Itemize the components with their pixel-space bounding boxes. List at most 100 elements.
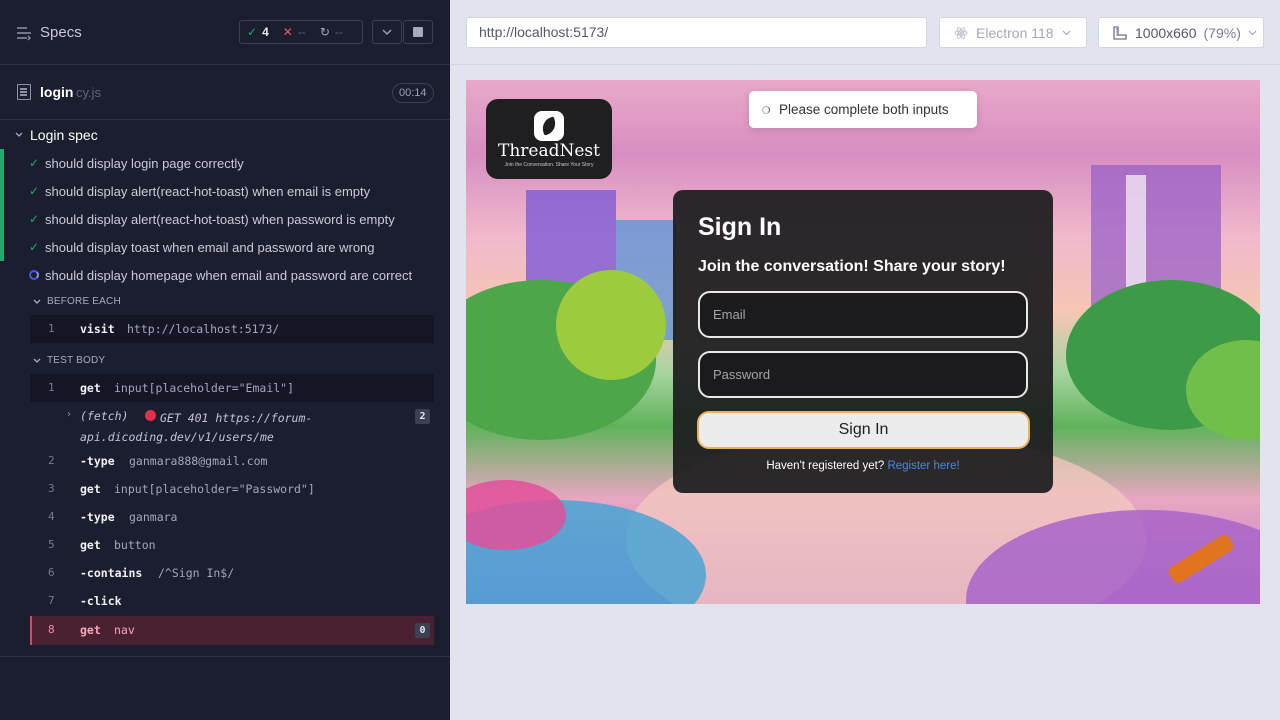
- command-arg: button: [114, 538, 156, 552]
- test-item[interactable]: ✓ should display alert(react-hot-toast) …: [0, 177, 450, 205]
- before-each-hook-title[interactable]: BEFORE EACH: [33, 296, 121, 307]
- specs-toggle-button[interactable]: Specs: [16, 24, 82, 41]
- spec-file-header: login cy.js 00:14: [0, 65, 450, 120]
- command-row[interactable]: 7 -click: [30, 587, 434, 615]
- command-number: 8: [48, 623, 55, 636]
- test-label: should display alert(react-hot-toast) wh…: [45, 183, 371, 199]
- loading-spinner-icon: [762, 105, 770, 114]
- pending-number: --: [334, 25, 343, 39]
- test-stats: ✓ 4 ✕ -- ↻ --: [239, 20, 363, 44]
- register-prompt-text: Haven't registered yet?: [766, 460, 885, 472]
- cross-icon: ✕: [282, 25, 293, 39]
- pass-indicator: [0, 233, 4, 261]
- password-input[interactable]: [698, 351, 1028, 398]
- register-prompt: Haven't registered yet? Register here!: [673, 460, 1053, 472]
- command-row[interactable]: 3 get input[placeholder="Password"]: [30, 475, 434, 503]
- signin-title: Sign In: [698, 213, 782, 241]
- command-name: get: [80, 538, 101, 552]
- suite-title[interactable]: Login spec: [15, 127, 98, 143]
- test-item[interactable]: ✓ should display login page correctly: [0, 149, 450, 177]
- pass-indicator: [0, 205, 4, 233]
- electron-icon: [954, 26, 968, 39]
- runner-header: Specs ✓ 4 ✕ -- ↻ --: [0, 0, 450, 65]
- hook-label: BEFORE EACH: [47, 296, 121, 307]
- spec-file-name: login: [40, 84, 74, 100]
- test-label: should display toast when email and pass…: [45, 239, 375, 255]
- command-arg: input[placeholder="Email"]: [114, 381, 295, 395]
- signin-button[interactable]: Sign In: [697, 411, 1030, 449]
- command-name: get: [80, 482, 101, 496]
- pending-count: ↻ --: [313, 25, 350, 39]
- viewport-size: 1000x660: [1135, 24, 1197, 41]
- failed-number: --: [297, 25, 306, 39]
- passed-count: ✓ 4: [240, 25, 276, 39]
- command-name: -click: [80, 594, 122, 608]
- leaf-logo-icon: [534, 111, 564, 141]
- test-item[interactable]: ✓ should display toast when email and pa…: [0, 233, 450, 261]
- register-link[interactable]: Register here!: [887, 460, 959, 472]
- command-name: -type: [80, 510, 115, 524]
- toast-notification: Please complete both inputs: [749, 91, 977, 128]
- command-name: get: [80, 381, 101, 395]
- divider: [450, 64, 1280, 65]
- stop-button[interactable]: [403, 20, 433, 44]
- check-icon: ✓: [247, 25, 258, 39]
- test-body-title[interactable]: TEST BODY: [33, 355, 105, 366]
- command-arg: /^Sign In$/: [158, 566, 235, 580]
- test-runner-panel: Specs ✓ 4 ✕ -- ↻ -- login cy.js 00:14 Lo…: [0, 0, 450, 720]
- refresh-icon: ↻: [319, 25, 330, 39]
- chevron-right-icon: ›: [66, 409, 73, 420]
- command-number: 3: [48, 482, 55, 495]
- command-number: 5: [48, 538, 55, 551]
- command-row[interactable]: 2 -type ganmara888@gmail.com: [30, 447, 434, 475]
- divider: [0, 656, 450, 657]
- command-arg: ganmara: [129, 510, 178, 524]
- command-name: visit: [80, 322, 115, 336]
- command-row[interactable]: 6 -contains /^Sign In$/: [30, 559, 434, 587]
- toast-message: Please complete both inputs: [779, 102, 949, 117]
- command-name: get: [80, 623, 101, 637]
- stop-icon: [413, 27, 423, 37]
- signin-subtitle: Join the conversation! Share your story!: [698, 258, 1006, 275]
- specs-list-icon: [17, 26, 31, 40]
- fetch-log-row[interactable]: › (fetch) GET 401 https://forum-api.dico…: [30, 401, 434, 447]
- chevron-down-icon: [33, 299, 41, 304]
- check-icon: ✓: [29, 212, 40, 226]
- command-arg: ganmara888@gmail.com: [129, 454, 268, 468]
- chevron-down-icon: [1062, 30, 1071, 35]
- browser-selector[interactable]: Electron 118: [939, 17, 1087, 48]
- command-arg: input[placeholder="Password"]: [114, 482, 315, 496]
- command-number: 1: [48, 322, 55, 335]
- suite-label: Login spec: [30, 127, 98, 143]
- command-row[interactable]: 1 get input[placeholder="Email"]: [30, 374, 434, 402]
- email-input[interactable]: [698, 291, 1028, 338]
- brand-name: ThreadNest: [498, 141, 600, 161]
- file-icon: [17, 84, 31, 100]
- command-row[interactable]: 1 visit http://localhost:5173/: [30, 315, 434, 343]
- run-duration: 00:14: [392, 83, 434, 103]
- options-dropdown-button[interactable]: [372, 20, 402, 44]
- test-label: should display homepage when email and p…: [45, 267, 413, 283]
- command-row[interactable]: 5 get button: [30, 531, 434, 559]
- test-item-running[interactable]: should display homepage when email and p…: [0, 261, 450, 289]
- chevron-down-icon: [382, 29, 392, 36]
- command-row-active[interactable]: 8 get nav 0: [30, 616, 434, 645]
- pass-indicator: [0, 177, 4, 205]
- test-label: should display login page correctly: [45, 155, 244, 171]
- tree-shape: [556, 270, 666, 380]
- brand-tagline: Join the Conversation. Share Your Story: [504, 162, 594, 168]
- command-number: 2: [48, 454, 55, 467]
- command-arg: nav: [114, 623, 135, 637]
- fetch-count-badge: 2: [415, 409, 430, 424]
- command-number: 7: [48, 594, 55, 607]
- url-bar[interactable]: http://localhost:5173/: [466, 17, 927, 48]
- running-spinner-icon: [29, 270, 39, 280]
- command-row[interactable]: 4 -type ganmara: [30, 503, 434, 531]
- command-number: 6: [48, 566, 55, 579]
- viewport-zoom: (79%): [1203, 24, 1241, 41]
- browser-label: Electron 118: [976, 24, 1054, 41]
- test-item[interactable]: ✓ should display alert(react-hot-toast) …: [0, 205, 450, 233]
- brand-logo-card[interactable]: ThreadNest Join the Conversation. Share …: [486, 99, 612, 179]
- chevron-down-icon: [33, 358, 41, 363]
- viewport-selector[interactable]: 1000x660 (79%): [1098, 17, 1264, 48]
